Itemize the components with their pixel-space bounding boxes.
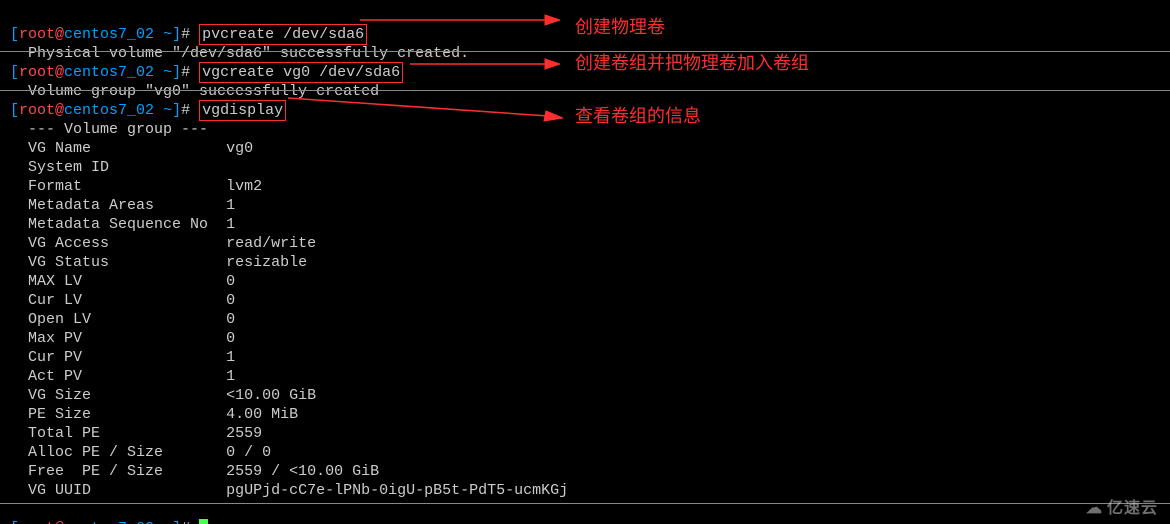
terminal-cursor [199,519,208,524]
vg-row: System ID [10,159,109,176]
vg-row: MAX LV 0 [10,273,235,290]
vg-row: VG Access read/write [10,235,316,252]
vg-row: VG Size <10.00 GiB [10,387,316,404]
vg-row: VG Status resizable [10,254,307,271]
command-vgdisplay: vgdisplay [199,100,286,121]
prompt-path: ~ [163,26,172,43]
divider [0,90,1170,91]
vgdisplay-header: --- Volume group --- [28,121,208,138]
vg-row: Alloc PE / Size 0 / 0 [10,444,271,461]
prompt-mark: # [181,26,190,43]
vg-row: Act PV 1 [10,368,235,385]
vg-row: VG UUID pgUPjd-cC7e-lPNb-0igU-pB5t-PdT5-… [10,482,568,499]
annotation-pvcreate: 创建物理卷 [575,18,665,37]
vg-row: VG Name vg0 [10,140,253,157]
annotation-vgcreate: 创建卷组并把物理卷加入卷组 [575,54,809,73]
cloud-icon: ☁ [1086,499,1103,518]
vg-row: Open LV 0 [10,311,235,328]
vg-row: Metadata Areas 1 [10,197,235,214]
divider [0,51,1170,52]
vg-row: PE Size 4.00 MiB [10,406,298,423]
annotation-vgdisplay: 查看卷组的信息 [575,107,701,126]
arrow-icon [360,12,560,28]
watermark: ☁亿速云 [1086,499,1158,518]
vg-row: Max PV 0 [10,330,235,347]
vg-row: Cur LV 0 [10,292,235,309]
vg-row: Cur PV 1 [10,349,235,366]
vg-row: Metadata Sequence No 1 [10,216,235,233]
terminal[interactable]: [root@centos7_02 ~]# pvcreate /dev/sda6 … [0,0,1170,524]
vg-row: Format lvm2 [10,178,262,195]
command-vgcreate: vgcreate vg0 /dev/sda6 [199,62,403,83]
command-pvcreate: pvcreate /dev/sda6 [199,24,367,45]
arrow-icon [410,56,560,72]
vg-row: Total PE 2559 [10,425,262,442]
vg-row: Free PE / Size 2559 / <10.00 GiB [10,463,379,480]
prompt-host: centos7_02 [64,26,154,43]
divider [0,503,1170,504]
arrow-icon [288,94,563,124]
output-pvcreate: Physical volume "/dev/sda6" successfully… [28,45,469,62]
prompt-user: root [19,26,55,43]
